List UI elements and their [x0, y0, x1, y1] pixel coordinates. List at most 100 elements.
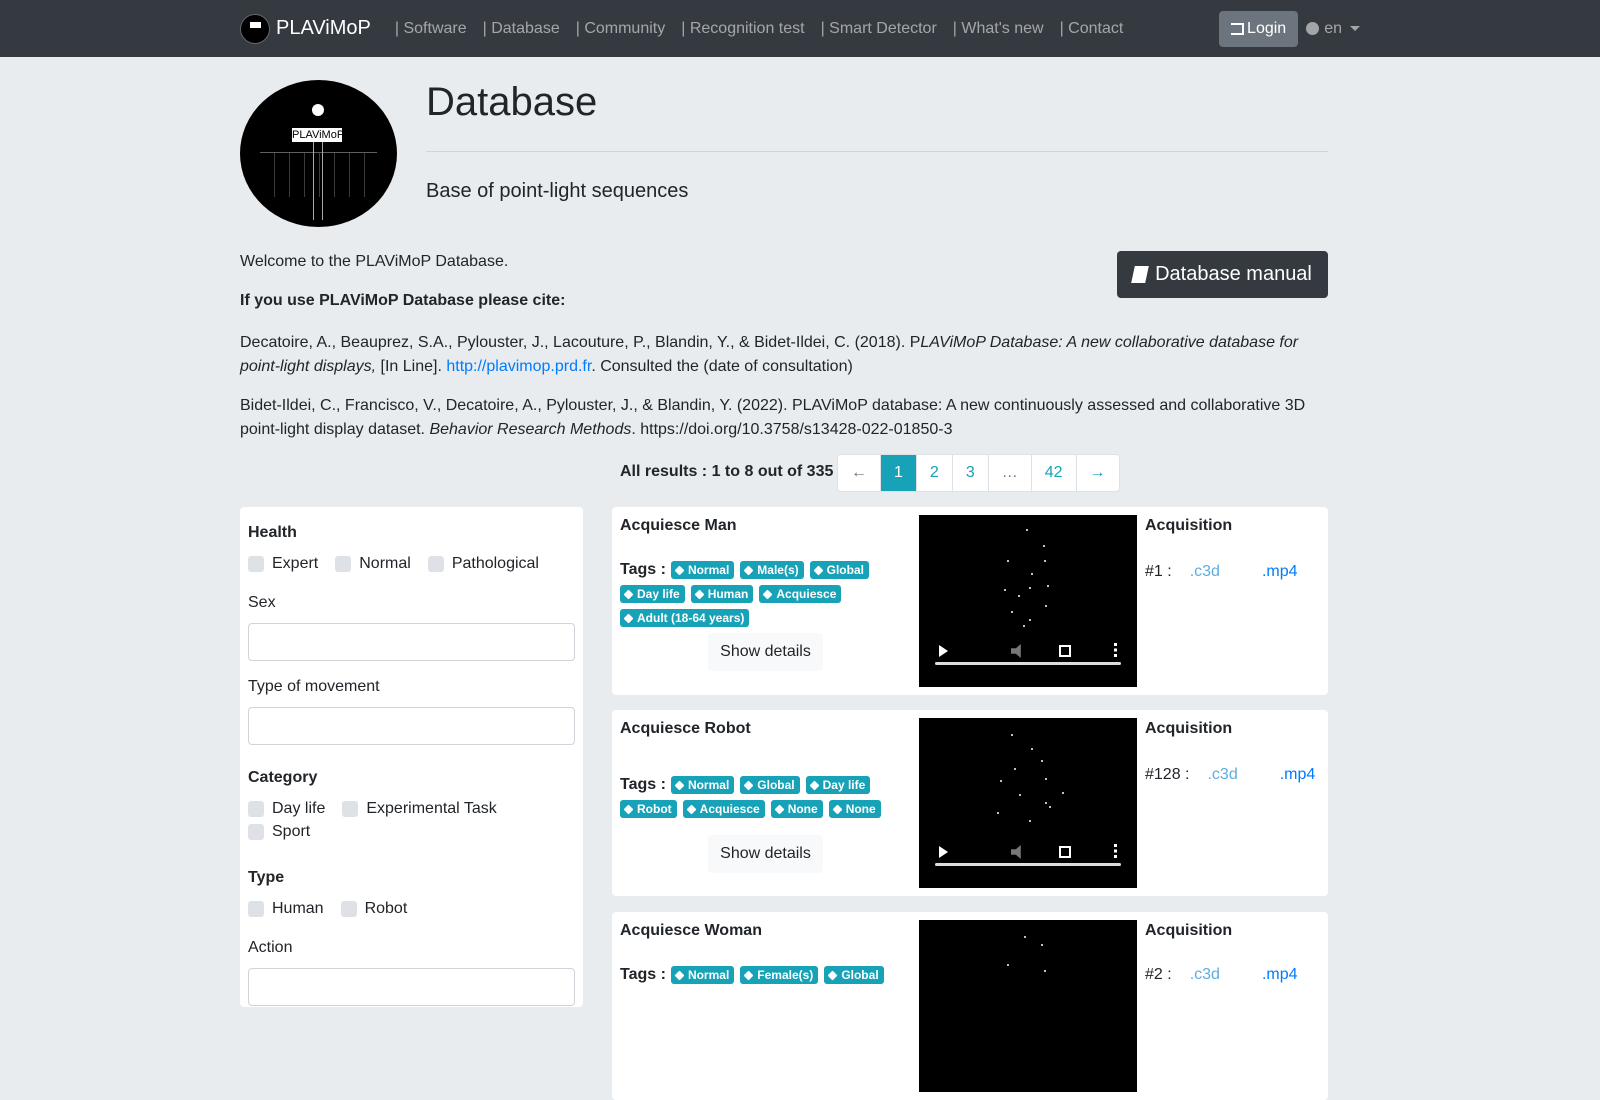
tag-badge[interactable]: Adult (18-64 years) [620, 609, 750, 627]
page-42[interactable]: 42 [1030, 455, 1076, 491]
title-divider [426, 151, 1328, 152]
page-next[interactable]: → [1075, 455, 1119, 491]
plavimop-logo: PLAViMoP [240, 80, 397, 227]
tag-badge[interactable]: Robot [620, 800, 677, 818]
brand-link[interactable]: PLAViMoP [240, 13, 371, 44]
tag-icon [674, 970, 685, 980]
tags-label: Tags : [620, 776, 666, 793]
c3d-download-link[interactable]: .c3d [1207, 766, 1237, 784]
video-progress-bar[interactable] [935, 662, 1121, 665]
tag-icon [623, 613, 634, 623]
tag-icon [674, 780, 685, 790]
tag-badge[interactable]: Day life [805, 776, 871, 794]
action-label: Action [248, 939, 293, 956]
tag-icon [762, 589, 773, 599]
plavimop-link[interactable]: http://plavimop.prd.fr [446, 358, 591, 375]
tag-badge[interactable]: Global [740, 776, 800, 794]
tag-badge[interactable]: Human [690, 585, 754, 603]
nav-link-smart-detector[interactable]: | Smart Detector [813, 20, 945, 38]
acquisition-number: #128 : [1145, 766, 1190, 783]
volume-icon[interactable] [1011, 644, 1021, 658]
page-prev[interactable]: ← [838, 455, 880, 491]
acquisition-heading: Acquisition [1145, 720, 1233, 737]
category-experimental-task-checkbox[interactable]: Experimental Task [342, 797, 497, 821]
sign-in-icon [1231, 22, 1245, 35]
mp4-download-link[interactable]: .mp4 [1280, 766, 1316, 784]
health-heading: Health [248, 524, 297, 541]
volume-icon[interactable] [1011, 845, 1021, 859]
nav-link-whats-new[interactable]: | What's new [945, 20, 1052, 38]
show-details-button[interactable]: Show details [708, 633, 823, 671]
fullscreen-icon[interactable] [1059, 645, 1071, 657]
category-day-life-checkbox[interactable]: Day life [248, 797, 325, 821]
video-player[interactable] [919, 920, 1137, 1092]
database-manual-button[interactable]: Database manual [1117, 251, 1328, 298]
more-options-icon[interactable] [1114, 844, 1117, 858]
tag-icon [827, 970, 838, 980]
page-2[interactable]: 2 [915, 455, 952, 491]
type-heading: Type [248, 869, 285, 886]
mp4-download-link[interactable]: .mp4 [1262, 563, 1298, 581]
tag-badge[interactable]: Day life [620, 585, 685, 603]
pagination: ← 1 2 3 … 42 → [837, 454, 1120, 492]
show-details-button[interactable]: Show details [708, 835, 823, 873]
brand-logo-icon [240, 13, 270, 44]
citation-1: Decatoire, A., Beauprez, S.A., Pylouster… [240, 334, 1299, 375]
language-label: en [1324, 19, 1342, 37]
tag-badge[interactable]: Global [809, 561, 869, 579]
category-sport-checkbox[interactable]: Sport [248, 820, 310, 844]
health-pathological-checkbox[interactable]: Pathological [427, 552, 539, 576]
health-normal-checkbox[interactable]: Normal [335, 552, 411, 576]
page-ellipsis: … [987, 455, 1031, 491]
fullscreen-icon[interactable] [1059, 846, 1071, 858]
video-progress-bar[interactable] [935, 863, 1121, 866]
login-button[interactable]: Login [1219, 10, 1299, 47]
video-player[interactable] [919, 515, 1137, 687]
filter-sidebar: Health Expert Normal Pathological Sex Ty… [240, 507, 583, 1007]
sex-select[interactable] [248, 623, 575, 661]
type-robot-checkbox[interactable]: Robot [340, 897, 407, 921]
tag-badge[interactable]: Male(s) [740, 561, 804, 579]
tag-badge[interactable]: None [828, 800, 881, 818]
tag-badge[interactable]: Female(s) [740, 966, 819, 984]
tag-icon [686, 804, 697, 814]
database-manual-label: Database manual [1155, 263, 1312, 285]
tag-badge[interactable]: Normal [670, 966, 735, 984]
play-icon[interactable] [939, 846, 948, 858]
language-dropdown[interactable]: en [1306, 20, 1360, 38]
play-icon[interactable] [939, 645, 948, 657]
tag-badge[interactable]: Acquiesce [759, 585, 842, 603]
tag-badge[interactable]: Global [824, 966, 884, 984]
page-1[interactable]: 1 [880, 455, 916, 491]
tag-badge[interactable]: Normal [670, 776, 735, 794]
tags-label: Tags : [620, 966, 666, 983]
tag-icon [674, 565, 685, 575]
page-title: Database [426, 80, 598, 124]
tag-badge[interactable]: Normal [670, 561, 735, 579]
sequence-card: Acquiesce Man Tags : Normal Male(s) Glob… [612, 507, 1328, 695]
more-options-icon[interactable] [1114, 643, 1117, 657]
nav-link-contact[interactable]: | Contact [1052, 20, 1132, 38]
c3d-download-link[interactable]: .c3d [1190, 966, 1220, 984]
nav-link-community[interactable]: | Community [568, 20, 674, 38]
mp4-download-link[interactable]: .mp4 [1262, 966, 1298, 984]
health-expert-checkbox[interactable]: Expert [248, 552, 318, 576]
nav-link-database[interactable]: | Database [475, 20, 568, 38]
tags-label: Tags : [620, 561, 666, 578]
page-3[interactable]: 3 [951, 455, 988, 491]
acquisition-number: #2 : [1145, 966, 1172, 983]
video-player[interactable] [919, 718, 1137, 888]
nav-link-software[interactable]: | Software [387, 20, 475, 38]
caret-down-icon [1350, 26, 1360, 31]
globe-icon [1306, 22, 1320, 35]
movement-type-select[interactable] [248, 707, 575, 745]
tag-icon [774, 804, 785, 814]
tag-badge[interactable]: None [770, 800, 823, 818]
action-select[interactable] [248, 968, 575, 1006]
acquisition-number: #1 : [1145, 563, 1172, 580]
c3d-download-link[interactable]: .c3d [1190, 563, 1220, 581]
nav-link-recognition-test[interactable]: | Recognition test [673, 20, 812, 38]
type-human-checkbox[interactable]: Human [248, 897, 324, 921]
tag-icon [832, 804, 843, 814]
tag-badge[interactable]: Acquiesce [682, 800, 765, 818]
